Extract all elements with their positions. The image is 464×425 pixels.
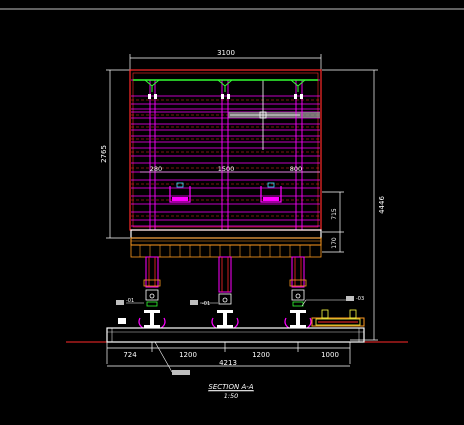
bottom-dim-2: 1200 <box>179 351 197 359</box>
inner-dimension-row: 280 1500 800 <box>140 165 320 173</box>
dim-715-label: 715 <box>331 208 338 220</box>
crosshair-cursor-icon <box>230 80 300 150</box>
callout-right: -03 <box>356 296 364 302</box>
dim-170-label: 170 <box>331 237 338 249</box>
bottom-dimension-chain: 724 1200 1200 1000 4213 <box>106 342 351 367</box>
callouts: -01 -01 -03 <box>116 296 364 375</box>
bottom-total-dimension: 4213 <box>219 359 237 367</box>
top-dimension: 3100 <box>129 49 322 70</box>
side-equipment <box>311 309 365 327</box>
inner-dim-1: 280 <box>150 165 162 173</box>
right-small-dimensions: 715 170 <box>322 191 344 253</box>
cad-drawing: 3100 2765 4446 715 170 280 1500 800 -01 … <box>0 8 464 400</box>
bottom-dim-4: 1000 <box>321 351 339 359</box>
container-body <box>129 69 322 231</box>
bottom-dim-1: 724 <box>123 351 137 359</box>
section-title-block: SECTION A-A 1:50 <box>208 383 254 400</box>
left-height-label: 2765 <box>100 145 108 163</box>
support-legs <box>138 256 312 329</box>
openings <box>169 182 282 203</box>
left-height-dimension: 2765 <box>100 69 130 239</box>
bottom-dim-3: 1200 <box>252 351 270 359</box>
callout-left-2: -01 <box>202 301 210 307</box>
inner-dim-2: 1500 <box>218 165 235 173</box>
base-frame <box>130 229 322 258</box>
inner-dim-3: 800 <box>290 165 302 173</box>
right-height-label: 4446 <box>378 196 386 214</box>
cad-viewport[interactable]: 3100 2765 4446 715 170 280 1500 800 -01 … <box>0 0 464 425</box>
section-title: SECTION A-A <box>208 383 253 391</box>
callout-left-1: -01 <box>126 298 134 304</box>
section-scale: 1:50 <box>224 392 239 400</box>
top-dimension-label: 3100 <box>217 49 235 57</box>
